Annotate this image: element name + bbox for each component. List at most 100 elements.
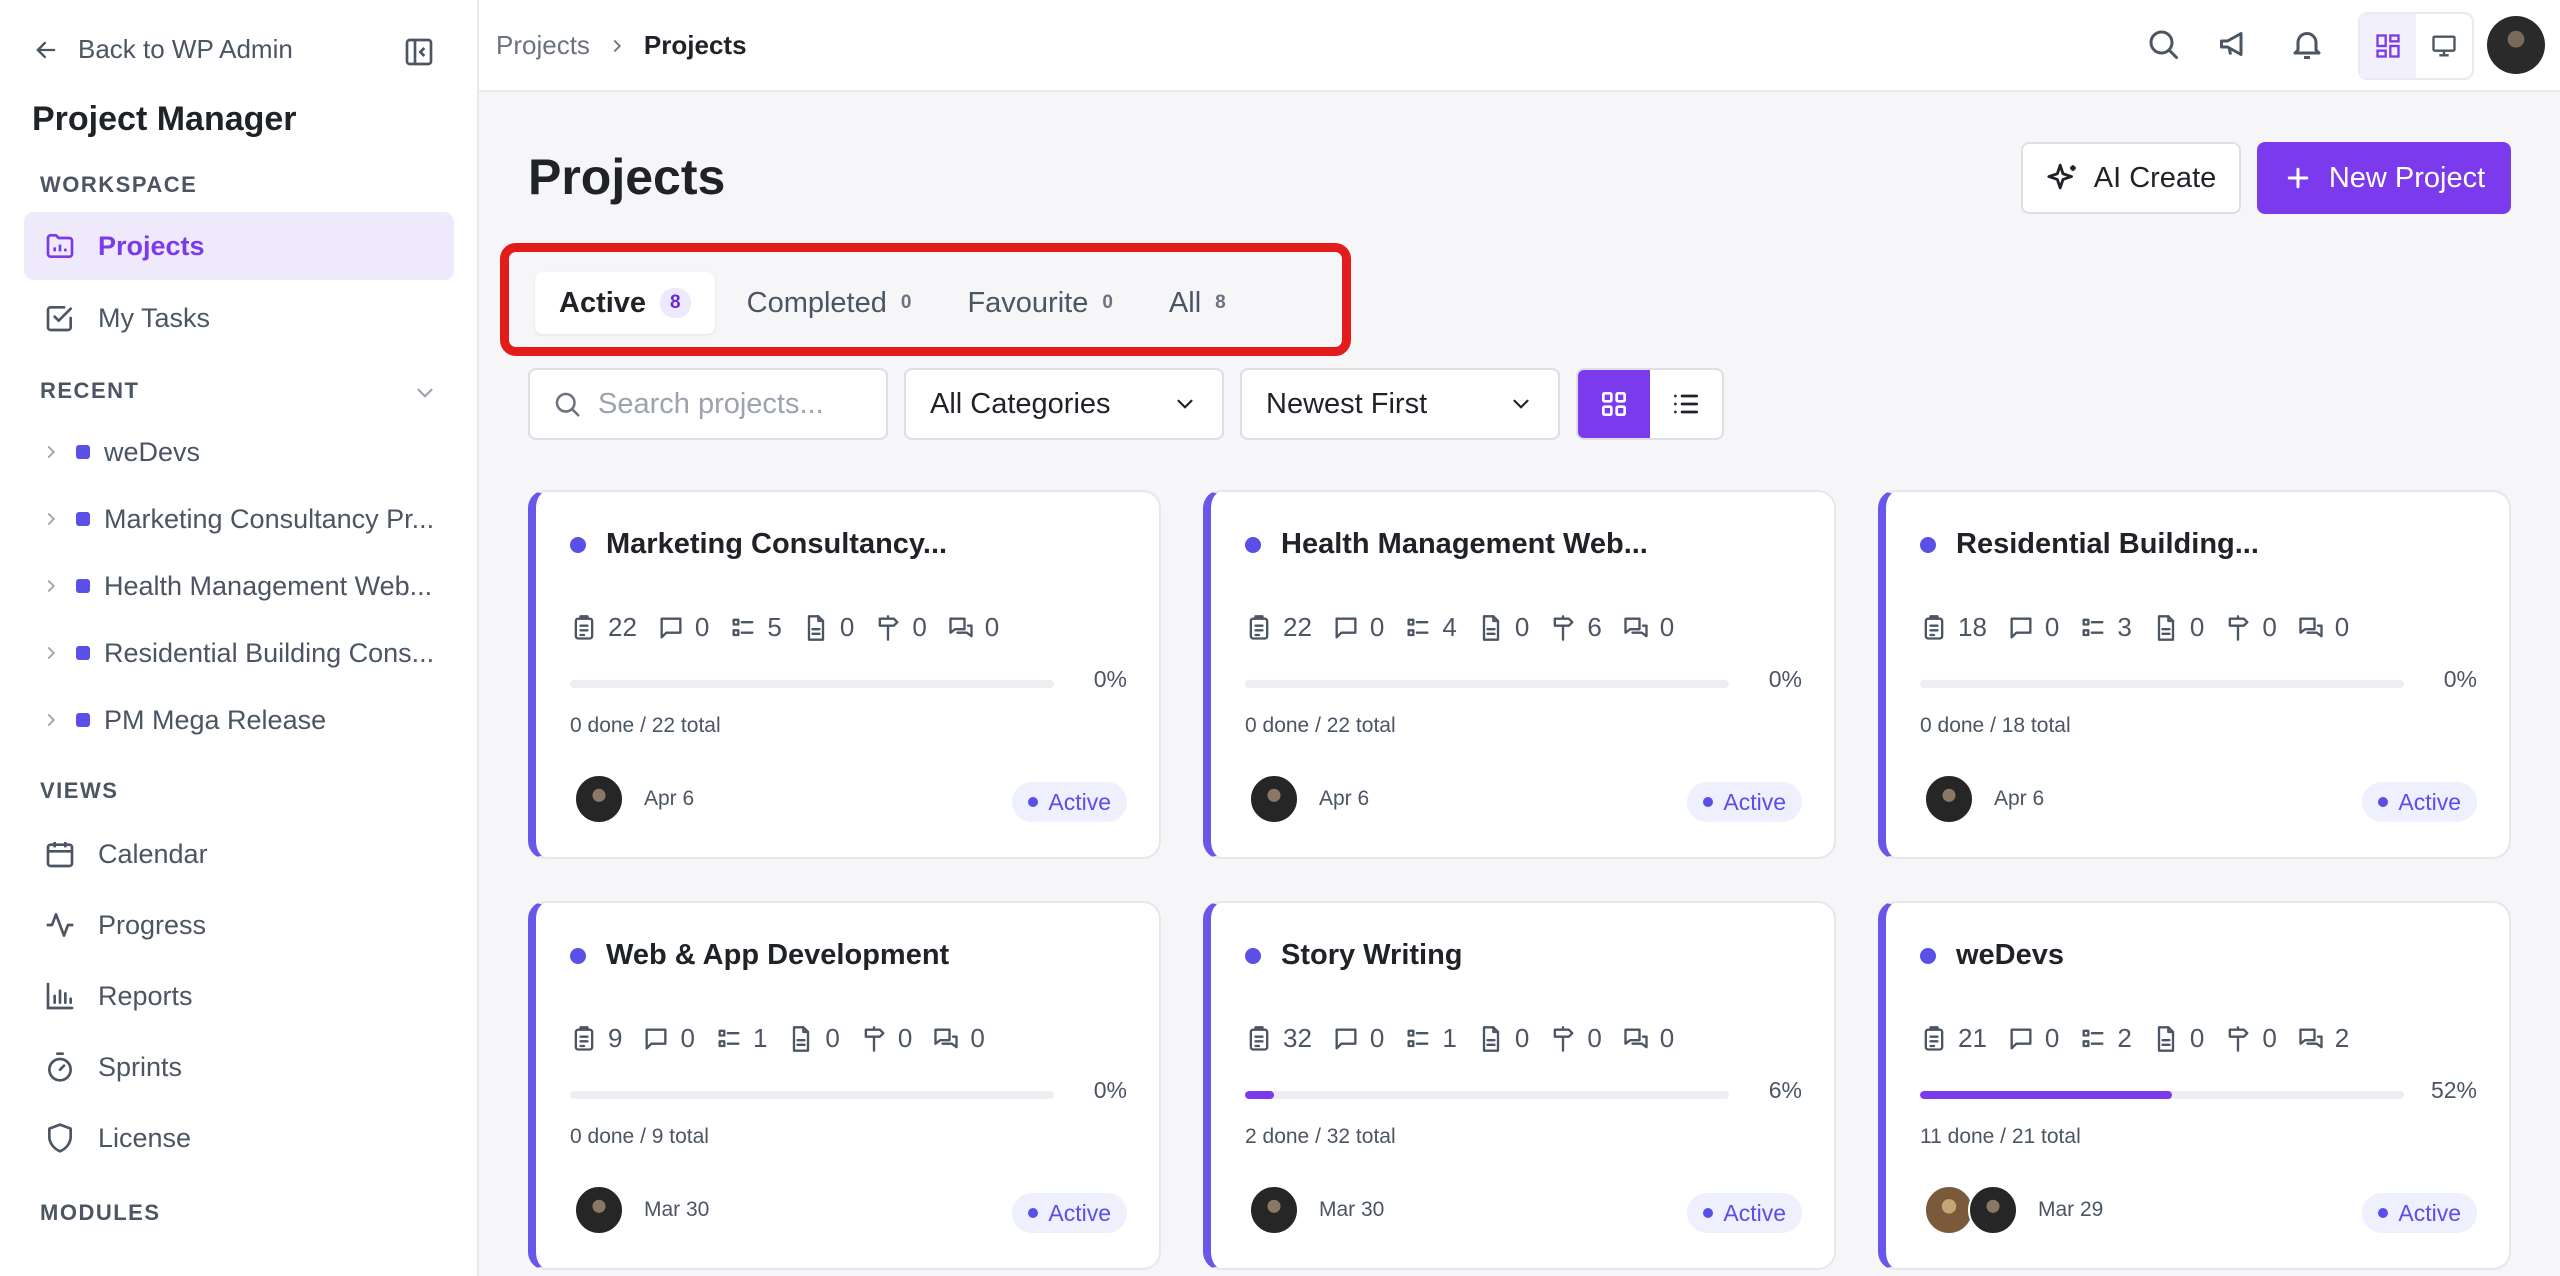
- stat-value: 0: [2189, 612, 2205, 642]
- project-title[interactable]: Web & App Development: [570, 939, 949, 972]
- project-name: Health Management Web...: [1281, 528, 1648, 560]
- sidebar-collapse-icon[interactable]: [403, 36, 435, 68]
- project-stats: 21 0 2 0 0 2: [1920, 1023, 2349, 1054]
- file-icon: [1482, 614, 1500, 641]
- new-project-button[interactable]: New Project: [2257, 142, 2511, 214]
- project-title[interactable]: weDevs: [1920, 939, 2064, 972]
- stat-discussions: 0: [932, 1023, 985, 1054]
- chevron-right-icon[interactable]: [40, 441, 62, 463]
- project-card[interactable]: Marketing Consultancy... 22 0 5 0 0 0 0% 0 done …: [528, 490, 1161, 859]
- sidebar-item-progress[interactable]: Progress: [24, 891, 454, 959]
- project-title[interactable]: Marketing Consultancy...: [570, 528, 947, 561]
- stat-value: 6: [1587, 612, 1602, 642]
- member-avatar[interactable]: [1924, 774, 1974, 824]
- sidebar-item-calendar[interactable]: Calendar: [24, 820, 454, 888]
- member-avatar[interactable]: [574, 1185, 624, 1235]
- tab-completed[interactable]: Completed 0: [723, 272, 936, 334]
- status-badge: Active: [1687, 782, 1802, 822]
- member-avatar[interactable]: [1968, 1185, 2018, 1235]
- stat-value: 0: [680, 1023, 695, 1053]
- tab-count: 0: [900, 292, 912, 313]
- chevron-right-icon[interactable]: [40, 642, 62, 664]
- chevron-down-icon: [1513, 399, 1529, 409]
- project-name: Residential Building...: [1956, 528, 2259, 560]
- sidebar-item-reports[interactable]: Reports: [24, 962, 454, 1030]
- tab-all[interactable]: All 8: [1145, 272, 1250, 334]
- project-card[interactable]: Residential Building... 18 0 3 0 0 0 0% 0 done /…: [1878, 490, 2511, 859]
- back-label: Back to WP Admin: [78, 34, 293, 64]
- member-avatar[interactable]: [1249, 774, 1299, 824]
- project-color-dot: [1245, 947, 1261, 964]
- progress-summary: 0 done / 22 total: [570, 714, 721, 737]
- project-card[interactable]: Story Writing 32 0 1 0 0 0 6% 2 done / 32 total M…: [1203, 901, 1836, 1270]
- stat-value: 0: [1369, 1023, 1385, 1053]
- search-icon: [555, 392, 580, 417]
- search-box: [528, 368, 888, 440]
- status-dot: [2378, 1208, 2389, 1218]
- project-card[interactable]: weDevs 21 0 2 0 0 2 52% 11 done / 21 total Mar 29…: [1878, 901, 2511, 1270]
- recent-item-residential[interactable]: Residential Building Cons...: [40, 628, 450, 678]
- monitor-view-button[interactable]: [2416, 14, 2472, 78]
- list-layout-button[interactable]: [1650, 370, 1722, 438]
- sidebar-item-projects[interactable]: Projects: [24, 212, 454, 280]
- progress-bar: [1245, 1091, 1729, 1099]
- bar-chart-icon: [46, 982, 74, 1010]
- search-projects-input[interactable]: [598, 387, 868, 421]
- stat-files: 0: [802, 612, 854, 643]
- views-section-label: VIEWS: [40, 778, 119, 803]
- member-avatar[interactable]: [1249, 1185, 1299, 1235]
- stat-value: 0: [2044, 1023, 2060, 1053]
- dashboard-view-button[interactable]: [2360, 14, 2416, 78]
- sidebar-item-sprints[interactable]: Sprints: [24, 1033, 454, 1101]
- stat-value: 32: [1283, 1023, 1312, 1053]
- recent-item-health[interactable]: Health Management Web...: [40, 561, 450, 611]
- member-avatar[interactable]: [1924, 1185, 1974, 1235]
- tab-active[interactable]: Active 8: [535, 272, 715, 334]
- sidebar-item-my-tasks[interactable]: My Tasks: [24, 284, 454, 352]
- sparkles-icon: [2047, 163, 2076, 190]
- bell-icon[interactable]: [2289, 26, 2325, 62]
- project-card[interactable]: Web & App Development 9 0 1 0 0 0 0% 0 done / 9 …: [528, 901, 1161, 1270]
- activity-icon: [46, 913, 74, 937]
- milestone-icon: [864, 1025, 885, 1052]
- project-color-dot: [1920, 947, 1936, 964]
- stat-lists: 3: [2079, 612, 2132, 643]
- project-stats: 18 0 3 0 0 0: [1920, 612, 2349, 643]
- project-name: Web & App Development: [606, 939, 950, 971]
- search-icon[interactable]: [2145, 26, 2181, 62]
- status-label: Active: [2398, 1199, 2461, 1226]
- folder-icon: [46, 234, 74, 258]
- stat-discussions: 0: [1622, 612, 1674, 643]
- ai-create-button[interactable]: AI Create: [2021, 142, 2241, 214]
- tab-favourite[interactable]: Favourite 0: [943, 272, 1136, 334]
- grid-layout-button[interactable]: [1578, 370, 1650, 438]
- member-avatar[interactable]: [574, 774, 624, 824]
- status-dot: [1703, 1208, 1714, 1218]
- file-icon: [1482, 1025, 1500, 1052]
- shield-icon: [48, 1123, 72, 1153]
- chevron-right-icon[interactable]: [40, 508, 62, 530]
- chevron-down-icon[interactable]: [412, 380, 438, 406]
- sidebar-item-license[interactable]: License: [24, 1104, 454, 1172]
- category-select[interactable]: All Categories: [904, 368, 1224, 440]
- stat-comments: 0: [642, 1023, 695, 1054]
- tab-label: Favourite: [967, 286, 1089, 319]
- recent-item-wedevs[interactable]: weDevs: [40, 427, 450, 477]
- recent-item-pm-mega-release[interactable]: PM Mega Release: [40, 695, 450, 745]
- user-avatar[interactable]: [2487, 16, 2545, 74]
- project-title[interactable]: Health Management Web...: [1245, 528, 1648, 561]
- chevron-right-icon[interactable]: [40, 709, 62, 731]
- project-title[interactable]: Story Writing: [1245, 939, 1463, 972]
- stat-value: 0: [1369, 612, 1385, 642]
- sort-select[interactable]: Newest First: [1240, 368, 1560, 440]
- project-title[interactable]: Residential Building...: [1920, 528, 2259, 561]
- project-color-dot: [1245, 536, 1261, 553]
- megaphone-icon[interactable]: [2217, 26, 2253, 62]
- breadcrumb-projects-link[interactable]: Projects: [496, 30, 590, 61]
- back-to-wp-admin-link[interactable]: Back to WP Admin: [32, 34, 293, 65]
- project-date: Mar 30: [1319, 1198, 1385, 1221]
- project-card[interactable]: Health Management Web... 22 0 4 0 6 0 0% 0 done …: [1203, 490, 1836, 859]
- chevron-right-icon[interactable]: [40, 575, 62, 597]
- recent-item-marketing[interactable]: Marketing Consultancy Pr...: [40, 494, 450, 544]
- comment-icon: [645, 1028, 667, 1049]
